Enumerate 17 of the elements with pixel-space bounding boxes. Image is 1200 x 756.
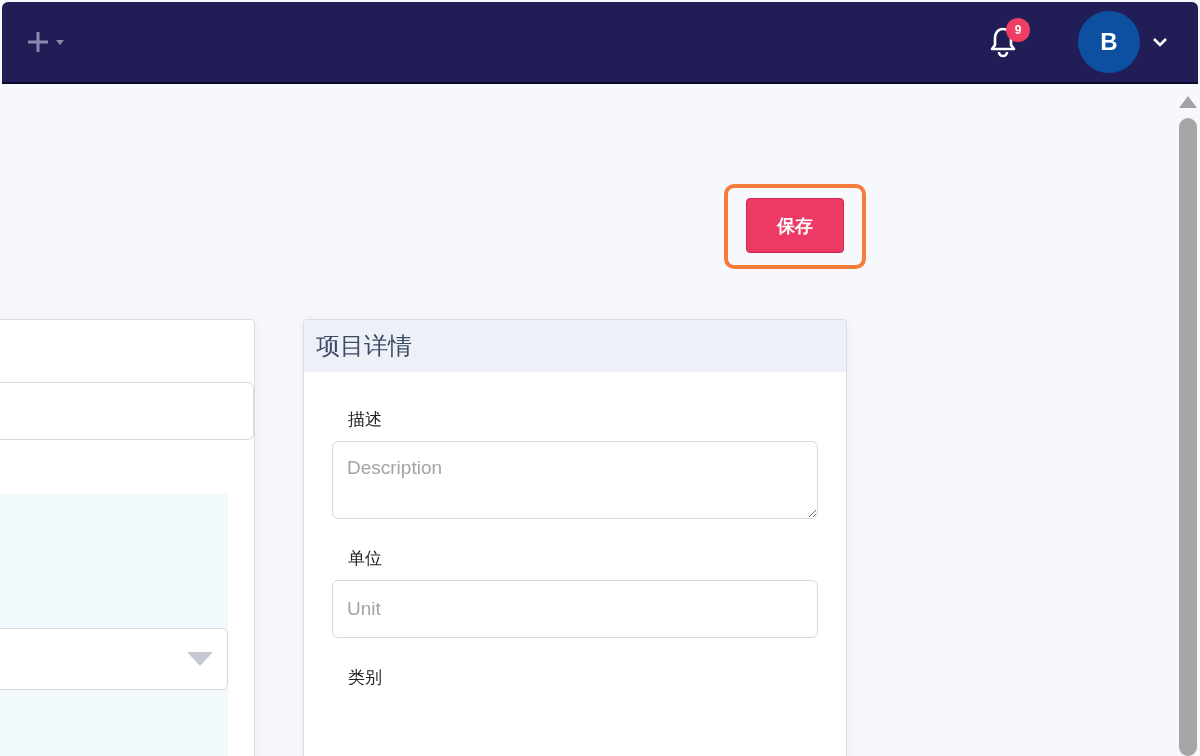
text-field[interactable] bbox=[0, 382, 254, 440]
field-label: 类别 bbox=[348, 667, 383, 689]
card-title: 项目详情 bbox=[304, 320, 846, 372]
plus-icon[interactable] bbox=[26, 30, 50, 54]
text-field[interactable]: Unit bbox=[332, 580, 818, 638]
save-button[interactable]: 保存 bbox=[746, 198, 844, 253]
scrollbar-thumb[interactable] bbox=[1179, 118, 1197, 756]
field-label: 单位 bbox=[348, 548, 383, 570]
field-label: 描述 bbox=[348, 409, 383, 431]
scroll-up-icon[interactable] bbox=[1179, 96, 1197, 108]
description-field[interactable]: Description bbox=[332, 441, 818, 519]
dropdown-arrow-icon bbox=[187, 652, 213, 666]
user-avatar[interactable]: B bbox=[1078, 11, 1140, 73]
notification-count: 9 bbox=[1006, 18, 1030, 42]
dropdown-field[interactable] bbox=[0, 628, 228, 690]
caret-icon[interactable] bbox=[56, 39, 64, 45]
chevron-down-icon[interactable] bbox=[1152, 37, 1168, 47]
